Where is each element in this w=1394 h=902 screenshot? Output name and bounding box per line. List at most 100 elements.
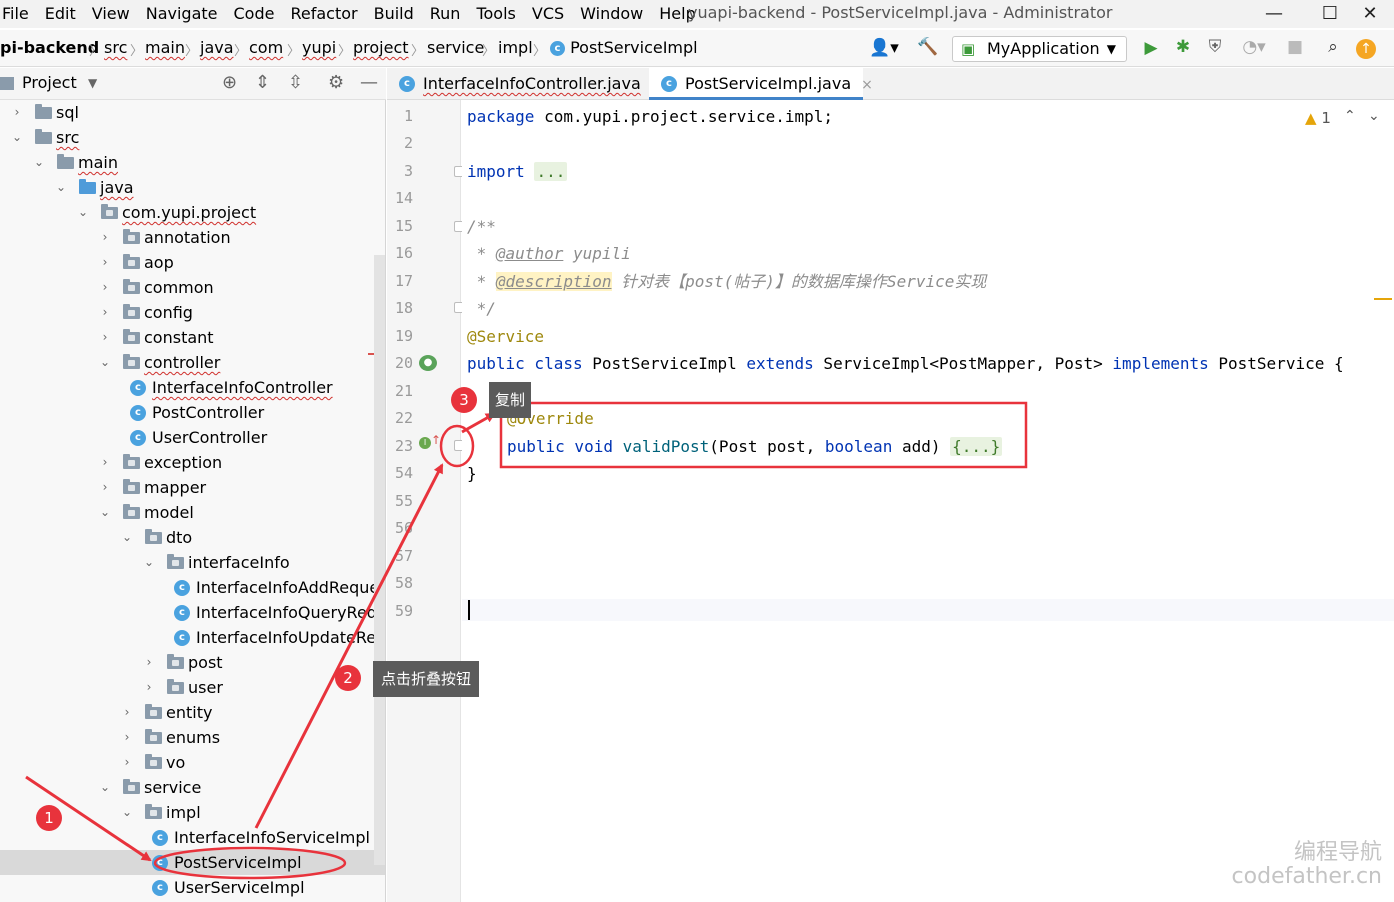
build-hammer-icon[interactable]: 🔨: [917, 37, 939, 57]
locate-icon[interactable]: ⊕: [222, 72, 237, 93]
chevron-down-icon[interactable]: ⌄: [142, 550, 156, 575]
tree-class-item[interactable]: c InterfaceInfoAddReque: [0, 575, 385, 600]
chevron-right-icon[interactable]: ›: [98, 475, 112, 500]
menu-view[interactable]: View: [84, 0, 138, 28]
tree-class-item[interactable]: c UserController: [0, 425, 385, 450]
tree-folder-item[interactable]: › exception: [0, 450, 385, 475]
menu-tools[interactable]: Tools: [468, 0, 523, 28]
tab-interface-info-controller[interactable]: cInterfaceInfoController.java×: [387, 68, 663, 100]
tree-folder-item[interactable]: › aop: [0, 250, 385, 275]
hide-panel-icon[interactable]: —: [360, 72, 378, 93]
menu-file[interactable]: File: [0, 0, 37, 28]
next-highlight-icon[interactable]: ⌄: [1368, 108, 1380, 124]
expand-all-icon[interactable]: ⇕: [255, 72, 270, 93]
chevron-down-icon[interactable]: ⌄: [120, 800, 134, 825]
search-icon[interactable]: ⌕: [1322, 37, 1344, 57]
run-icon[interactable]: ▶: [1140, 38, 1162, 58]
tree-folder-item[interactable]: › user: [0, 675, 385, 700]
folded-method-body[interactable]: {...}: [950, 437, 1003, 456]
inspection-widget[interactable]: ▲ 1: [1305, 109, 1331, 127]
breadcrumb-item[interactable]: project: [353, 38, 409, 58]
update-icon[interactable]: ↑: [1356, 39, 1376, 59]
menu-edit[interactable]: Edit: [37, 0, 84, 28]
breadcrumb-item[interactable]: java: [200, 38, 234, 58]
tree-folder-item[interactable]: › common: [0, 275, 385, 300]
tree-class-item[interactable]: c PostController: [0, 400, 385, 425]
menu-run[interactable]: Run: [422, 0, 469, 28]
breadcrumb-item[interactable]: yupi: [302, 38, 336, 58]
gear-icon[interactable]: ⚙: [328, 72, 344, 93]
tree-class-item[interactable]: c InterfaceInfoUpdateRec: [0, 625, 385, 650]
breadcrumb-current[interactable]: c PostServiceImpl: [550, 38, 698, 58]
tree-class-item[interactable]: c InterfaceInfoController: [0, 375, 385, 400]
tree-class-item[interactable]: c PostServiceImpl: [0, 850, 385, 875]
chevron-right-icon[interactable]: ›: [98, 300, 112, 325]
profile-icon[interactable]: ◔▾: [1236, 37, 1272, 57]
menu-window[interactable]: Window: [572, 0, 651, 28]
tree-folder-item[interactable]: ⌄ model: [0, 500, 385, 525]
chevron-down-icon[interactable]: ⌄: [98, 500, 112, 525]
tree-folder-item[interactable]: ⌄ src: [0, 125, 385, 150]
code-editor[interactable]: package com.yupi.project.service.impl; i…: [462, 100, 1394, 902]
stop-icon[interactable]: ■: [1284, 37, 1306, 57]
menu-code[interactable]: Code: [226, 0, 283, 28]
close-icon[interactable]: ✕: [1350, 0, 1390, 28]
breadcrumb-item[interactable]: main: [145, 38, 185, 58]
chevron-down-icon[interactable]: ⌄: [32, 150, 46, 175]
tree-folder-item[interactable]: ⌄ interfaceInfo: [0, 550, 385, 575]
menu-vcs[interactable]: VCS: [524, 0, 572, 28]
chevron-right-icon[interactable]: ›: [98, 325, 112, 350]
chevron-down-icon[interactable]: ⌄: [98, 775, 112, 800]
tree-folder-item[interactable]: › config: [0, 300, 385, 325]
tree-folder-item[interactable]: › annotation: [0, 225, 385, 250]
tree-class-item[interactable]: c InterfaceInfoServiceImpl: [0, 825, 385, 850]
tree-folder-item[interactable]: › constant: [0, 325, 385, 350]
tree-folder-item[interactable]: ⌄ dto: [0, 525, 385, 550]
run-config-select[interactable]: ▣ MyApplication ▼: [952, 36, 1127, 62]
user-icon[interactable]: 👤▾: [864, 38, 904, 58]
chevron-right-icon[interactable]: ›: [98, 275, 112, 300]
breadcrumb-project[interactable]: pi-backend: [0, 38, 99, 58]
tree-folder-item[interactable]: ⌄ controller: [0, 350, 385, 375]
chevron-right-icon[interactable]: ›: [120, 725, 134, 750]
chevron-right-icon[interactable]: ›: [98, 225, 112, 250]
tab-post-service-impl[interactable]: c PostServiceImpl.java ×: [649, 68, 873, 100]
chevron-right-icon[interactable]: ›: [142, 675, 156, 700]
maximize-icon[interactable]: ☐: [1310, 0, 1350, 28]
project-panel-title[interactable]: Project: [22, 73, 77, 92]
close-icon[interactable]: ×: [861, 77, 873, 93]
chevron-right-icon[interactable]: ›: [120, 750, 134, 775]
chevron-right-icon[interactable]: ›: [10, 100, 24, 125]
chevron-down-icon[interactable]: ▼: [88, 76, 97, 90]
override-arrow-icon[interactable]: ↑: [431, 433, 441, 447]
chevron-down-icon[interactable]: ⌄: [10, 125, 24, 150]
implements-icon[interactable]: ●: [419, 355, 437, 371]
tree-folder-item[interactable]: ⌄ main: [0, 150, 385, 175]
chevron-right-icon[interactable]: ›: [98, 450, 112, 475]
scrollbar[interactable]: [374, 255, 385, 865]
chevron-down-icon[interactable]: ⌄: [98, 350, 112, 375]
debug-icon[interactable]: ✱: [1172, 37, 1194, 57]
override-icon[interactable]: I: [419, 437, 431, 449]
breadcrumb-item[interactable]: impl: [498, 38, 533, 58]
chevron-right-icon[interactable]: ›: [142, 650, 156, 675]
tree-folder-item[interactable]: ⌄ java: [0, 175, 385, 200]
tree-folder-item[interactable]: ⌄ service: [0, 775, 385, 800]
menu-build[interactable]: Build: [366, 0, 422, 28]
menu-navigate[interactable]: Navigate: [138, 0, 226, 28]
chevron-down-icon[interactable]: ⌄: [120, 525, 134, 550]
breadcrumb-item[interactable]: src: [104, 38, 127, 58]
previous-highlight-icon[interactable]: ⌃: [1344, 108, 1356, 124]
collapse-all-icon[interactable]: ⇳: [288, 72, 303, 93]
chevron-right-icon[interactable]: ›: [98, 250, 112, 275]
tree-folder-item[interactable]: ⌄ com.yupi.project: [0, 200, 385, 225]
tree-folder-item[interactable]: › post: [0, 650, 385, 675]
menu-refactor[interactable]: Refactor: [282, 0, 365, 28]
tree-folder-item[interactable]: › mapper: [0, 475, 385, 500]
tree-class-item[interactable]: c InterfaceInfoQueryRequ: [0, 600, 385, 625]
tree-class-item[interactable]: c UserServiceImpl: [0, 875, 385, 900]
breadcrumb-item[interactable]: service: [427, 38, 484, 58]
tree-folder-item[interactable]: › entity: [0, 700, 385, 725]
tree-folder-item[interactable]: › enums: [0, 725, 385, 750]
minimize-icon[interactable]: —: [1254, 0, 1294, 28]
